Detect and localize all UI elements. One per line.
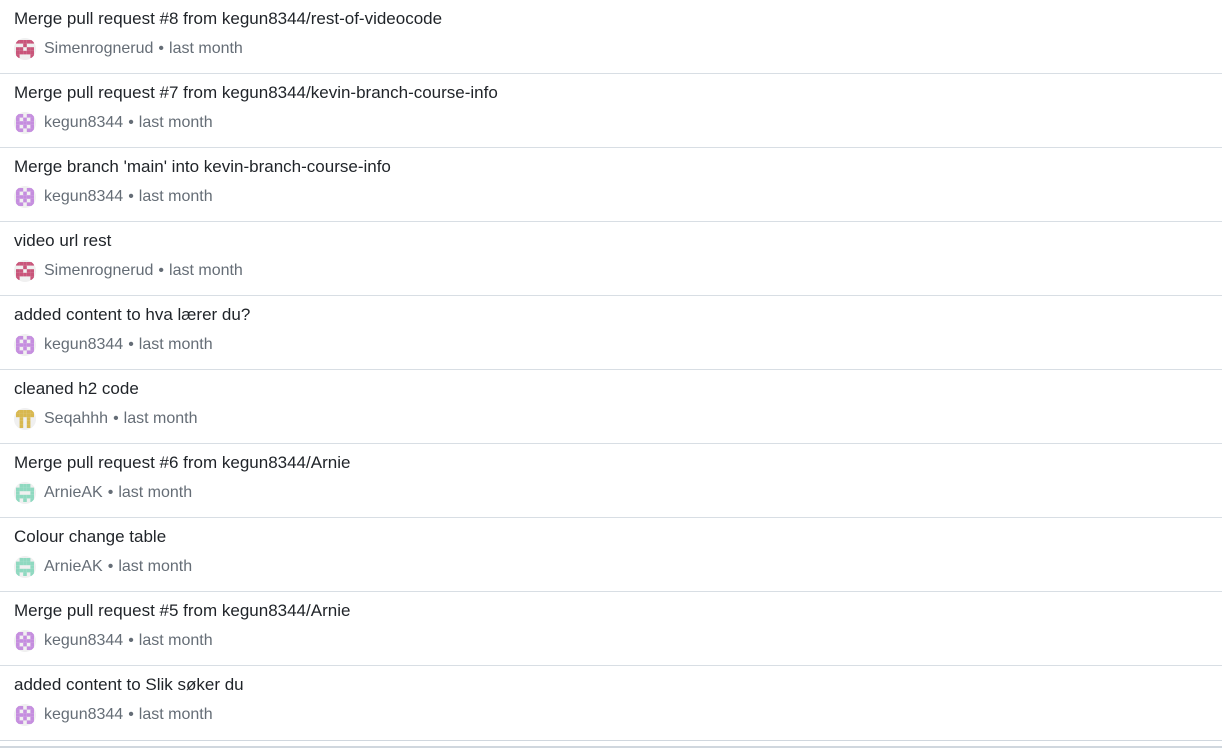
commit-row[interactable]: Merge pull request #8 from kegun8344/res…	[0, 0, 1222, 74]
commit-list: Merge pull request #8 from kegun8344/res…	[0, 0, 1222, 741]
commit-time: last month	[138, 114, 213, 131]
separator: •	[128, 706, 134, 723]
separator: •	[158, 40, 165, 57]
separator: •	[128, 114, 134, 131]
avatar[interactable]	[14, 704, 36, 726]
commit-message[interactable]: added content to hva lærer du?	[14, 305, 250, 325]
commit-message[interactable]: Colour change table	[14, 527, 166, 547]
commit-author[interactable]: kegun8344	[44, 632, 123, 650]
commit-row[interactable]: added content to Slik søker du kegun8344…	[0, 666, 1222, 740]
separator: •	[158, 262, 165, 279]
commit-time: last month	[123, 410, 198, 427]
commit-time: last month	[138, 188, 213, 205]
commit-row[interactable]: video url rest Simenrognerud • last mont…	[0, 222, 1222, 296]
avatar[interactable]	[14, 260, 36, 282]
commit-message[interactable]: Merge pull request #5 from kegun8344/Arn…	[14, 601, 350, 621]
commit-author[interactable]: Seqahhh	[44, 410, 108, 428]
commit-meta: Simenrognerud • last month	[14, 259, 243, 283]
avatar[interactable]	[14, 556, 36, 578]
commit-author[interactable]: kegun8344	[44, 188, 123, 206]
commit-row[interactable]: Merge pull request #6 from kegun8344/Arn…	[0, 444, 1222, 518]
commit-time: last month	[169, 40, 243, 57]
commit-author[interactable]: kegun8344	[44, 114, 123, 132]
avatar[interactable]	[14, 334, 36, 356]
separator: •	[128, 188, 134, 205]
avatar[interactable]	[14, 630, 36, 652]
commit-row[interactable]: cleaned h2 code Seqahhh • last month	[0, 370, 1222, 444]
separator: •	[107, 558, 114, 575]
commit-meta: ArnieAK • last month	[14, 481, 192, 505]
commit-meta: Seqahhh • last month	[14, 407, 197, 431]
commit-message[interactable]: Merge pull request #7 from kegun8344/kev…	[14, 83, 498, 103]
commit-message[interactable]: Merge pull request #6 from kegun8344/Arn…	[14, 453, 350, 473]
commit-row[interactable]: Colour change table ArnieAK • last month	[0, 518, 1222, 592]
avatar[interactable]	[14, 482, 36, 504]
commit-time: last month	[138, 336, 213, 353]
separator: •	[107, 484, 114, 501]
commit-time: last month	[118, 558, 193, 575]
commit-meta: kegun8344 • last month	[14, 703, 213, 727]
commit-author[interactable]: Simenrognerud	[44, 262, 153, 280]
commit-author[interactable]: Simenrognerud	[44, 40, 153, 58]
separator: •	[128, 336, 134, 353]
commit-author[interactable]: kegun8344	[44, 336, 123, 354]
avatar[interactable]	[14, 186, 36, 208]
commit-message[interactable]: Merge pull request #8 from kegun8344/res…	[14, 9, 442, 29]
commit-time: last month	[169, 262, 243, 279]
commit-meta: kegun8344 • last month	[14, 185, 213, 209]
commit-time: last month	[118, 484, 193, 501]
commit-meta: ArnieAK • last month	[14, 555, 192, 579]
commit-message[interactable]: added content to Slik søker du	[14, 675, 244, 695]
commit-row[interactable]: Merge branch 'main' into kevin-branch-co…	[0, 148, 1222, 222]
commit-meta: Simenrognerud • last month	[14, 37, 243, 61]
commit-author[interactable]: ArnieAK	[44, 484, 103, 502]
commit-row[interactable]: Merge pull request #7 from kegun8344/kev…	[0, 74, 1222, 148]
commit-meta: kegun8344 • last month	[14, 629, 213, 653]
commit-message[interactable]: cleaned h2 code	[14, 379, 139, 399]
commit-time: last month	[138, 706, 213, 723]
commit-message[interactable]: video url rest	[14, 231, 111, 251]
commit-time: last month	[138, 632, 213, 649]
commit-message[interactable]: Merge branch 'main' into kevin-branch-co…	[14, 157, 391, 177]
commit-row[interactable]: Merge pull request #5 from kegun8344/Arn…	[0, 592, 1222, 666]
avatar[interactable]	[14, 408, 36, 430]
avatar[interactable]	[14, 112, 36, 134]
commit-row[interactable]: added content to hva lærer du? kegun8344…	[0, 296, 1222, 370]
avatar[interactable]	[14, 38, 36, 60]
commit-author[interactable]: ArnieAK	[44, 558, 103, 576]
commit-meta: kegun8344 • last month	[14, 111, 213, 135]
commit-meta: kegun8344 • last month	[14, 333, 213, 357]
separator: •	[113, 410, 119, 427]
separator: •	[128, 632, 134, 649]
commit-author[interactable]: kegun8344	[44, 706, 123, 724]
